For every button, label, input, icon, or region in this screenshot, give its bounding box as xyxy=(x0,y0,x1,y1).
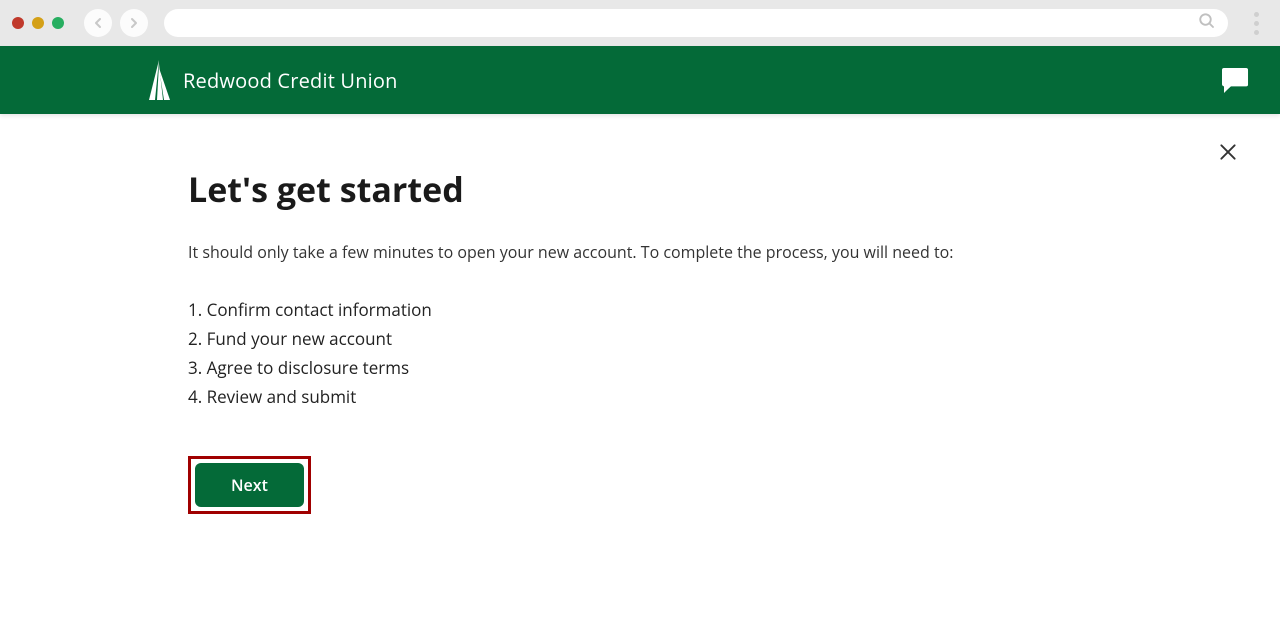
browser-chrome xyxy=(0,0,1280,46)
next-button[interactable]: Next xyxy=(195,463,304,507)
chat-button[interactable] xyxy=(1220,66,1250,94)
browser-menu-button[interactable] xyxy=(1244,12,1268,35)
close-icon xyxy=(1218,142,1238,162)
redwood-tree-icon xyxy=(145,60,173,100)
browser-back-button[interactable] xyxy=(84,9,112,37)
step-item: Review and submit xyxy=(188,383,1240,412)
window-maximize-dot[interactable] xyxy=(52,17,64,29)
window-controls xyxy=(12,17,64,29)
next-button-highlight: Next xyxy=(188,456,311,514)
page-title: Let's get started xyxy=(188,166,1240,212)
window-close-dot[interactable] xyxy=(12,17,24,29)
close-button[interactable] xyxy=(1218,142,1238,167)
main-content: Let's get started It should only take a … xyxy=(0,114,1280,514)
arrow-right-icon xyxy=(126,15,142,31)
brand-logo[interactable]: Redwood Credit Union xyxy=(145,60,398,100)
app-header: Redwood Credit Union xyxy=(0,46,1280,114)
intro-text: It should only take a few minutes to ope… xyxy=(188,240,1240,264)
chat-icon xyxy=(1220,66,1250,94)
step-item: Confirm contact information xyxy=(188,296,1240,325)
window-minimize-dot[interactable] xyxy=(32,17,44,29)
brand-name: Redwood Credit Union xyxy=(183,67,398,94)
url-bar[interactable] xyxy=(164,9,1228,37)
steps-list: Confirm contact information Fund your ne… xyxy=(188,296,1240,412)
search-icon xyxy=(1198,12,1216,35)
arrow-left-icon xyxy=(90,15,106,31)
step-item: Agree to disclosure terms xyxy=(188,354,1240,383)
browser-forward-button[interactable] xyxy=(120,9,148,37)
step-item: Fund your new account xyxy=(188,325,1240,354)
